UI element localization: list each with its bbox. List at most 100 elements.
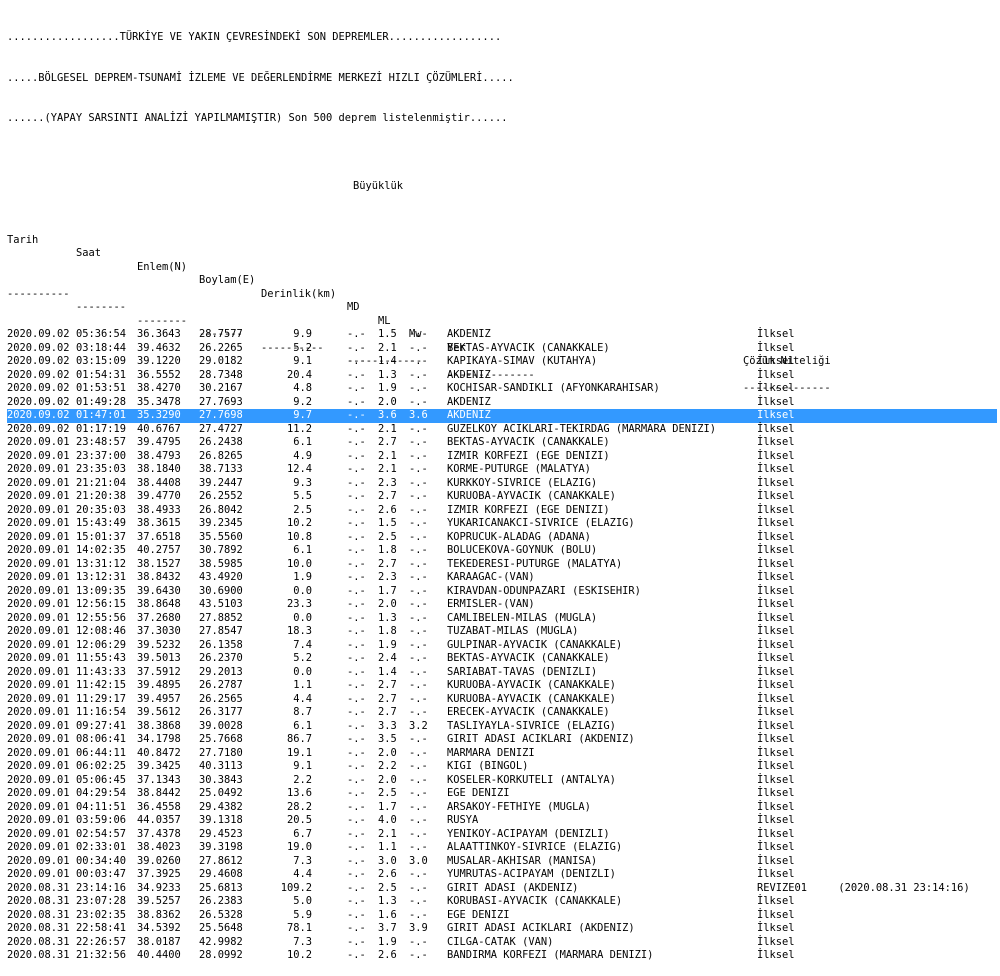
cell-place: KORUBASI-AYVACIK (CANAKKALE)	[447, 895, 623, 907]
table-row[interactable]: 2020.09.02 01:47:01 35.3290 27.7698 9.7 -.- 3.…	[7, 409, 997, 423]
table-row[interactable]: 2020.09.02 01:54:31 36.5552 28.7348 20.4 -.- 1…	[7, 369, 997, 383]
table-row[interactable]: 2020.09.01 20:35:03 38.4933 26.8042 2.5 -.- 2.…	[7, 504, 997, 518]
cell-place: GULPINAR-AYVACIK (CANAKKALE)	[447, 638, 623, 651]
table-row[interactable]: 2020.09.01 05:06:45 37.1343 30.3843 2.2 -.- 2.…	[7, 774, 997, 788]
cell-md: -.-	[347, 922, 366, 934]
cell-ml: 2.6	[378, 949, 397, 961]
table-row[interactable]: 2020.09.01 02:33:01 38.4023 39.3198 19.0 -.- 1…	[7, 841, 997, 855]
cell-time: 01:17:19	[76, 422, 127, 435]
cell-lat: 38.4023	[137, 841, 181, 853]
cell-lon: 29.4608	[199, 868, 243, 880]
table-row[interactable]: 2020.09.01 00:34:40 39.0260 27.8612 7.3 -.- 3.…	[7, 855, 997, 869]
cell-ml: 2.7	[378, 679, 397, 691]
cell-lon: 39.2345	[199, 517, 243, 529]
table-row[interactable]: 2020.09.01 15:43:49 38.3615 39.2345 10.2 -.- 1…	[7, 517, 997, 531]
table-row[interactable]: 2020.08.31 21:32:56 40.4400 28.0992 10.2 -.- 2…	[7, 949, 997, 963]
cell-date: 2020.08.31	[7, 922, 70, 934]
table-row[interactable]: 2020.08.31 23:14:16 34.9233 25.6813 109.2 -.-…	[7, 882, 997, 896]
table-row[interactable]: 2020.09.01 11:16:54 39.5612 26.3177 8.7 -.- 2.…	[7, 706, 997, 720]
table-row[interactable]: 2020.08.31 23:02:35 38.8362 26.5328 5.9 -.- 1.…	[7, 909, 997, 923]
table-row[interactable]: 2020.09.01 06:44:11 40.8472 27.7180 19.1 -.- 2…	[7, 747, 997, 761]
table-row[interactable]: 2020.09.01 12:56:15 38.8648 43.5103 23.3 -.- 2…	[7, 598, 997, 612]
table-row[interactable]: 2020.09.02 05:36:54 36.3643 28.7577 9.9 -.- 1.…	[7, 328, 997, 342]
cell-place: EGE DENIZI	[447, 908, 510, 921]
cell-quality: İlksel	[757, 719, 795, 732]
cell-mw: -.-	[409, 679, 428, 691]
table-row[interactable]: 2020.09.01 12:06:29 39.5232 26.1358 7.4 -.- 1.…	[7, 639, 997, 653]
cell-place: BOLUCEKOVA-GOYNUK (BOLU)	[447, 544, 598, 556]
cell-lon: 39.1318	[199, 814, 243, 826]
table-row[interactable]: 2020.09.01 23:48:57 39.4795 26.2438 6.1 -.- 2.…	[7, 436, 997, 450]
cell-lon: 28.0992	[199, 949, 243, 961]
cell-lon: 43.5103	[199, 598, 243, 610]
table-row[interactable]: 2020.08.31 23:07:28 39.5257 26.2383 5.0 -.- 1.…	[7, 895, 997, 909]
cell-time: 01:54:31	[76, 368, 127, 381]
cell-date: 2020.09.01	[7, 463, 70, 475]
cell-time: 20:35:03	[76, 503, 127, 516]
cell-lat: 36.3643	[137, 328, 181, 340]
title-line-3: ......(YAPAY SARSINTI ANALİZİ YAPILMAMIŞ…	[7, 112, 508, 124]
table-row[interactable]: 2020.09.01 02:54:57 37.4378 29.4523 6.7 -.- 2.…	[7, 828, 997, 842]
cell-date: 2020.08.31	[7, 895, 70, 907]
table-row[interactable]: 2020.09.01 04:29:54 38.8442 25.0492 13.6 -.- 2…	[7, 787, 997, 801]
table-row[interactable]: 2020.09.01 13:12:31 38.8432 43.4920 1.9 -.- 2.…	[7, 571, 997, 585]
table-row[interactable]: 2020.09.01 08:06:41 34.1798 25.7668 86.7 -.- 3…	[7, 733, 997, 747]
cell-depth: 13.6	[286, 787, 312, 799]
cell-time: 02:54:57	[76, 827, 127, 840]
table-row[interactable]: 2020.09.01 11:42:15 39.4895 26.2787 1.1 -.- 2.…	[7, 679, 997, 693]
cell-ml: 1.3	[378, 895, 397, 907]
table-row[interactable]: 2020.09.01 12:55:56 37.2680 27.8852 0.0 -.- 1.…	[7, 612, 997, 626]
cell-quality: İlksel	[757, 557, 795, 570]
table-row[interactable]: 2020.09.02 01:49:28 35.3478 27.7693 9.2 -.- 2.…	[7, 396, 997, 410]
cell-place: AKDENIZ	[447, 328, 491, 340]
cell-mw: -.-	[409, 935, 428, 948]
table-row[interactable]: 2020.08.31 22:26:57 38.0187 42.9982 7.3 -.- 1.…	[7, 936, 997, 950]
cell-date: 2020.09.01	[7, 449, 70, 462]
cell-ml: 1.4	[378, 665, 397, 678]
cell-time: 12:06:29	[76, 638, 127, 651]
cell-lat: 38.8648	[137, 598, 181, 610]
cell-lat: 34.5392	[137, 922, 181, 934]
cell-ml: 2.1	[378, 463, 397, 475]
table-row[interactable]: 2020.09.01 09:27:41 38.3868 39.0028 6.1 -.- 3.…	[7, 720, 997, 734]
table-row[interactable]: 2020.09.01 00:03:47 37.3925 29.4608 4.4 -.- 2.…	[7, 868, 997, 882]
cell-md: -.-	[347, 760, 366, 772]
table-row[interactable]: 2020.09.01 21:21:04 38.4408 39.2447 9.3 -.- 2.…	[7, 477, 997, 491]
cell-time: 09:27:41	[76, 719, 127, 732]
table-row[interactable]: 2020.08.31 22:58:41 34.5392 25.5648 78.1 -.- 3…	[7, 922, 997, 936]
table-row[interactable]: 2020.09.01 14:02:35 40.2757 30.7892 6.1 -.- 1.…	[7, 544, 997, 558]
table-row[interactable]: 2020.09.01 03:59:06 44.0357 39.1318 20.5 -.- 4…	[7, 814, 997, 828]
table-row[interactable]: 2020.09.02 01:17:19 40.6767 27.4727 11.2 -.- 2…	[7, 423, 997, 437]
table-row[interactable]: 2020.09.01 06:02:25 39.3425 40.3113 9.1 -.- 2.…	[7, 760, 997, 774]
table-row[interactable]: 2020.09.02 03:18:44 39.4632 26.2265 5.2 -.- 2.…	[7, 342, 997, 356]
cell-md: -.-	[347, 409, 366, 421]
cell-date: 2020.09.02	[7, 409, 70, 421]
table-row[interactable]: 2020.09.01 23:37:00 38.4793 26.8265 4.9 -.- 2.…	[7, 450, 997, 464]
col-lat: Enlem(N)	[137, 260, 188, 273]
cell-mw: -.-	[409, 463, 428, 475]
table-row[interactable]: 2020.09.02 03:15:09 39.1220 29.0182 9.1 -.- 1.…	[7, 355, 997, 369]
table-row[interactable]: 2020.09.02 01:53:51 38.4270 30.2167 4.8 -.- 1.…	[7, 382, 997, 396]
cell-date: 2020.09.02	[7, 395, 70, 408]
table-row[interactable]: 2020.09.01 11:55:43 39.5013 26.2370 5.2 -.- 2.…	[7, 652, 997, 666]
table-row[interactable]: 2020.09.01 11:43:33 37.5912 29.2013 0.0 -.- 1.…	[7, 666, 997, 680]
table-row[interactable]: 2020.09.01 23:35:03 38.1840 38.7133 12.4 -.- 2…	[7, 463, 997, 477]
cell-md: -.-	[347, 827, 366, 840]
table-row[interactable]: 2020.09.01 11:29:17 39.4957 26.2565 4.4 -.- 2.…	[7, 693, 997, 707]
cell-depth: 6.1	[293, 719, 312, 732]
cell-ml: 3.6	[378, 409, 397, 421]
table-row[interactable]: 2020.09.01 13:09:35 39.6430 30.6900 0.0 -.- 1.…	[7, 585, 997, 599]
table-row[interactable]: 2020.09.01 21:20:38 39.4770 26.2552 5.5 -.- 2.…	[7, 490, 997, 504]
cell-md: -.-	[347, 584, 366, 597]
table-row[interactable]: 2020.09.01 15:01:37 37.6518 35.5560 10.8 -.- 2…	[7, 531, 997, 545]
cell-lon: 25.7668	[199, 733, 243, 745]
cell-date: 2020.09.01	[7, 571, 70, 583]
cell-depth: 4.9	[293, 449, 312, 462]
cell-place: GIRIT ADASI ACIKLARI (AKDENIZ)	[447, 733, 635, 745]
cell-depth: 8.7	[293, 706, 312, 718]
table-row[interactable]: 2020.09.01 12:08:46 37.3030 27.8547 18.3 -.- 1…	[7, 625, 997, 639]
cell-lat: 34.1798	[137, 733, 181, 745]
table-row[interactable]: 2020.09.01 04:11:51 36.4558 29.4382 28.2 -.- 1…	[7, 801, 997, 815]
cell-depth: 5.9	[293, 908, 312, 921]
table-row[interactable]: 2020.09.01 13:31:12 38.1527 38.5985 10.0 -.- 2…	[7, 558, 997, 572]
